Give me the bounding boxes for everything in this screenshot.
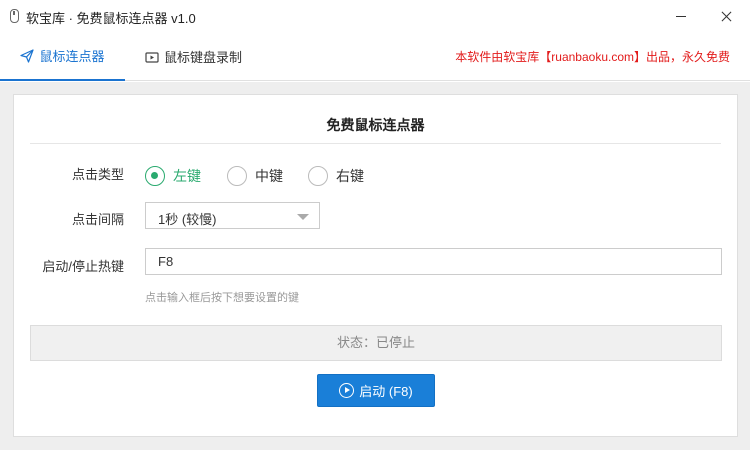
radio-label: 中键 <box>255 168 283 184</box>
hotkey-label: 启动/停止热键 <box>42 259 124 274</box>
tab-mouse-keyboard-recorder[interactable]: 鼠标键盘录制 <box>145 32 242 81</box>
interval-value: 1秒 (较慢) <box>158 212 217 227</box>
tab-bar: 鼠标连点器 鼠标键盘录制 本软件由软宝库【ruanbaoku.com】出品，永久… <box>0 32 750 81</box>
minimize-icon <box>676 16 686 17</box>
start-button-label: 启动 (F8) <box>359 384 413 399</box>
copyright-notice: 本软件由软宝库【ruanbaoku.com】出品，永久免费 <box>455 50 730 64</box>
divider <box>30 143 721 144</box>
radio-right-button[interactable]: 右键 <box>308 166 364 186</box>
interval-select[interactable]: 1秒 (较慢) <box>145 202 320 229</box>
close-button[interactable] <box>704 0 750 32</box>
minimize-button[interactable] <box>658 0 704 32</box>
title-bar: 软宝库 · 免费鼠标连点器 v1.0 <box>0 0 750 32</box>
dropdown-arrow-icon <box>297 214 309 220</box>
settings-panel: 免费鼠标连点器 点击类型 左键 中键 右键 点击间隔 1秒 (较慢) 启动/停止… <box>13 94 738 437</box>
video-icon <box>145 51 159 63</box>
radio-label: 右键 <box>336 168 364 184</box>
mouse-icon <box>10 9 19 23</box>
hotkey-input[interactable] <box>145 248 722 275</box>
paper-plane-icon <box>20 48 35 63</box>
start-button[interactable]: 启动 (F8) <box>317 374 435 407</box>
tab-label: 鼠标键盘录制 <box>164 50 243 65</box>
radio-middle-button[interactable]: 中键 <box>227 166 283 186</box>
radio-circle <box>145 166 165 186</box>
radio-label: 左键 <box>173 168 201 184</box>
tab-mouse-clicker[interactable]: 鼠标连点器 <box>0 32 125 81</box>
panel-title: 免费鼠标连点器 <box>326 117 425 133</box>
radio-left-button[interactable]: 左键 <box>145 166 201 186</box>
content-area: 免费鼠标连点器 点击类型 左键 中键 右键 点击间隔 1秒 (较慢) 启动/停止… <box>0 82 750 450</box>
hotkey-hint: 点击输入框后按下想要设置的键 <box>145 292 299 304</box>
status-bar: 状态：已停止 <box>30 325 722 361</box>
radio-circle <box>308 166 328 186</box>
interval-label: 点击间隔 <box>71 212 124 227</box>
radio-circle <box>227 166 247 186</box>
click-type-label: 点击类型 <box>71 167 124 182</box>
play-icon <box>339 383 355 398</box>
tab-label: 鼠标连点器 <box>39 49 105 64</box>
window-title: 软宝库 · 免费鼠标连点器 v1.0 <box>26 11 196 26</box>
